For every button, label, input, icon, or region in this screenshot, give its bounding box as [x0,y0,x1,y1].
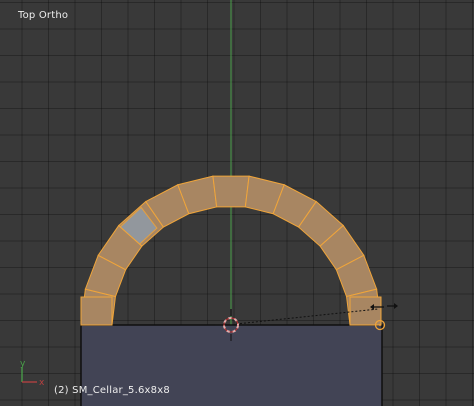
axis-widget-icon: y x [20,359,45,388]
arch-base-brick[interactable] [349,296,382,326]
object-info-label: (2) SM_Cellar_5.6x8x8 [54,385,170,396]
arch-brick[interactable] [212,175,250,208]
view-name-label: Top Ortho [18,10,69,21]
axis-y-label: y [20,359,26,369]
scene-canvas[interactable]: y x [0,0,474,406]
axis-x-label: x [39,378,45,388]
pivot-dot [379,324,381,326]
3d-viewport[interactable]: y x Top Ortho (2) SM_Cellar_5.6x8x8 [0,0,474,406]
arch-base-brick[interactable] [80,296,113,326]
